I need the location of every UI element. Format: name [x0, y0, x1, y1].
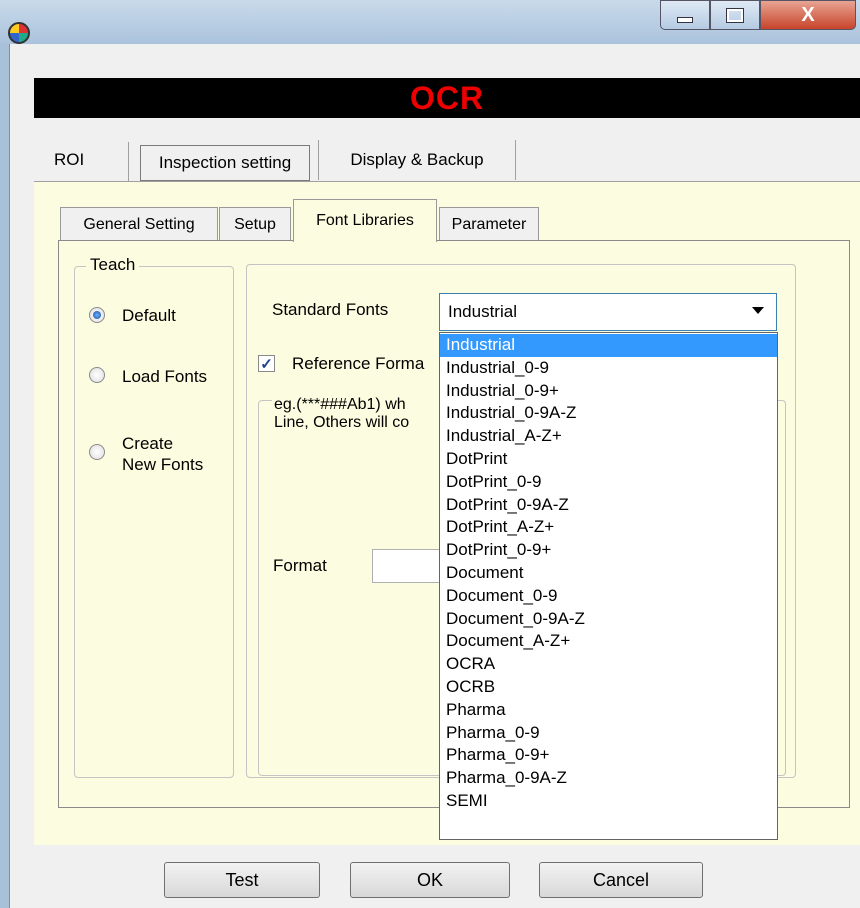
font-option[interactable]: DotPrint_0-9+ — [440, 539, 777, 562]
tab-font-libraries-label: Font Libraries — [316, 212, 414, 229]
standard-fonts-label: Standard Fonts — [272, 300, 389, 319]
font-option[interactable]: Industrial — [440, 334, 777, 357]
font-option[interactable]: OCRA — [440, 653, 777, 676]
font-option[interactable]: Industrial_A-Z+ — [440, 425, 777, 448]
caption-buttons: X — [660, 0, 856, 34]
cancel-button-label: Cancel — [592, 869, 650, 890]
font-option[interactable]: DotPrint — [440, 448, 777, 471]
tab-roi[interactable]: ROI — [34, 140, 128, 180]
tab-setup[interactable]: Setup — [219, 207, 291, 241]
font-option[interactable]: Pharma_0-9 — [440, 722, 777, 745]
font-option[interactable]: DotPrint_0-9 — [440, 471, 777, 494]
font-option[interactable]: Pharma — [440, 699, 777, 722]
font-option[interactable]: Document_0-9 — [440, 585, 777, 608]
default-radio-label: Default — [122, 306, 176, 325]
font-option[interactable]: DotPrint_0-9A-Z — [440, 494, 777, 517]
ok-button[interactable]: OK — [350, 862, 510, 898]
load-fonts-radio[interactable] — [89, 367, 105, 383]
font-option[interactable]: Pharma_0-9+ — [440, 744, 777, 767]
create-new-fonts-radio-label: Create New Fonts — [122, 434, 204, 474]
tab-roi-label: ROI — [54, 150, 85, 169]
font-option[interactable]: DotPrint_A-Z+ — [440, 516, 777, 539]
tab-font-libraries[interactable]: Font Libraries — [293, 199, 437, 242]
tab-general-setting[interactable]: General Setting — [60, 207, 218, 241]
format-description-line1: eg.(***###Ab1) wh — [274, 396, 406, 413]
default-radio[interactable] — [89, 307, 105, 323]
font-option[interactable]: Document_A-Z+ — [440, 630, 777, 653]
create-new-fonts-radio[interactable] — [89, 444, 105, 460]
font-option[interactable]: Pharma_0-9A-Z — [440, 767, 777, 790]
standard-fonts-selected-value: Industrial — [448, 302, 517, 321]
format-description: eg.(***###Ab1) wh Line, Others will co — [272, 396, 454, 432]
tab-display-backup-label: Display & Backup — [350, 150, 484, 169]
close-button[interactable]: X — [760, 0, 856, 30]
tab-setup-label: Setup — [234, 215, 276, 233]
cancel-button[interactable]: Cancel — [539, 862, 703, 898]
font-option[interactable]: Document — [440, 562, 777, 585]
ocr-banner: OCR — [34, 78, 860, 118]
maximize-button[interactable] — [710, 0, 760, 30]
font-option[interactable]: OCRB — [440, 676, 777, 699]
reference-format-label: Reference Forma — [292, 354, 425, 373]
minimize-icon — [677, 17, 693, 23]
teach-group — [74, 266, 234, 778]
font-option[interactable]: Industrial_0-9 — [440, 357, 777, 380]
ok-button-label: OK — [416, 869, 443, 890]
chevron-down-icon[interactable] — [752, 307, 764, 314]
app-logo-icon[interactable] — [8, 22, 30, 44]
tab-display-backup[interactable]: Display & Backup — [318, 140, 516, 180]
load-fonts-radio-label: Load Fonts — [122, 367, 208, 386]
checkmark-icon: ✓ — [260, 355, 273, 373]
banner-title: OCR — [409, 79, 485, 116]
test-button[interactable]: Test — [164, 862, 320, 898]
tab-inspection-setting[interactable]: Inspection setting — [140, 145, 310, 181]
format-label: Format — [273, 556, 327, 575]
tab-parameter-label: Parameter — [451, 215, 527, 233]
font-option[interactable]: Industrial_0-9A-Z — [440, 402, 777, 425]
window-left-frame — [0, 44, 10, 908]
minimize-button[interactable] — [660, 0, 710, 30]
test-button-label: Test — [225, 869, 259, 890]
format-description-line2: Line, Others will co — [274, 414, 410, 431]
font-option[interactable]: Industrial_0-9+ — [440, 380, 777, 403]
maximize-icon — [726, 7, 744, 23]
font-option[interactable]: Document_0-9A-Z — [440, 608, 777, 631]
reference-format-checkbox[interactable]: ✓ — [258, 355, 275, 373]
tab-parameter[interactable]: Parameter — [439, 207, 539, 241]
standard-fonts-dropdown-list: Industrial Industrial_0-9 Industrial_0-9+ I… — [439, 332, 778, 840]
tab-general-setting-label: General Setting — [83, 215, 195, 233]
tab-inspection-setting-label: Inspection setting — [158, 153, 292, 172]
tab-divider — [128, 142, 129, 182]
standard-fonts-select[interactable]: Industrial — [439, 293, 777, 331]
teach-legend: Teach — [86, 255, 140, 275]
close-icon: X — [801, 3, 815, 26]
font-option[interactable]: SEMI — [440, 790, 777, 813]
